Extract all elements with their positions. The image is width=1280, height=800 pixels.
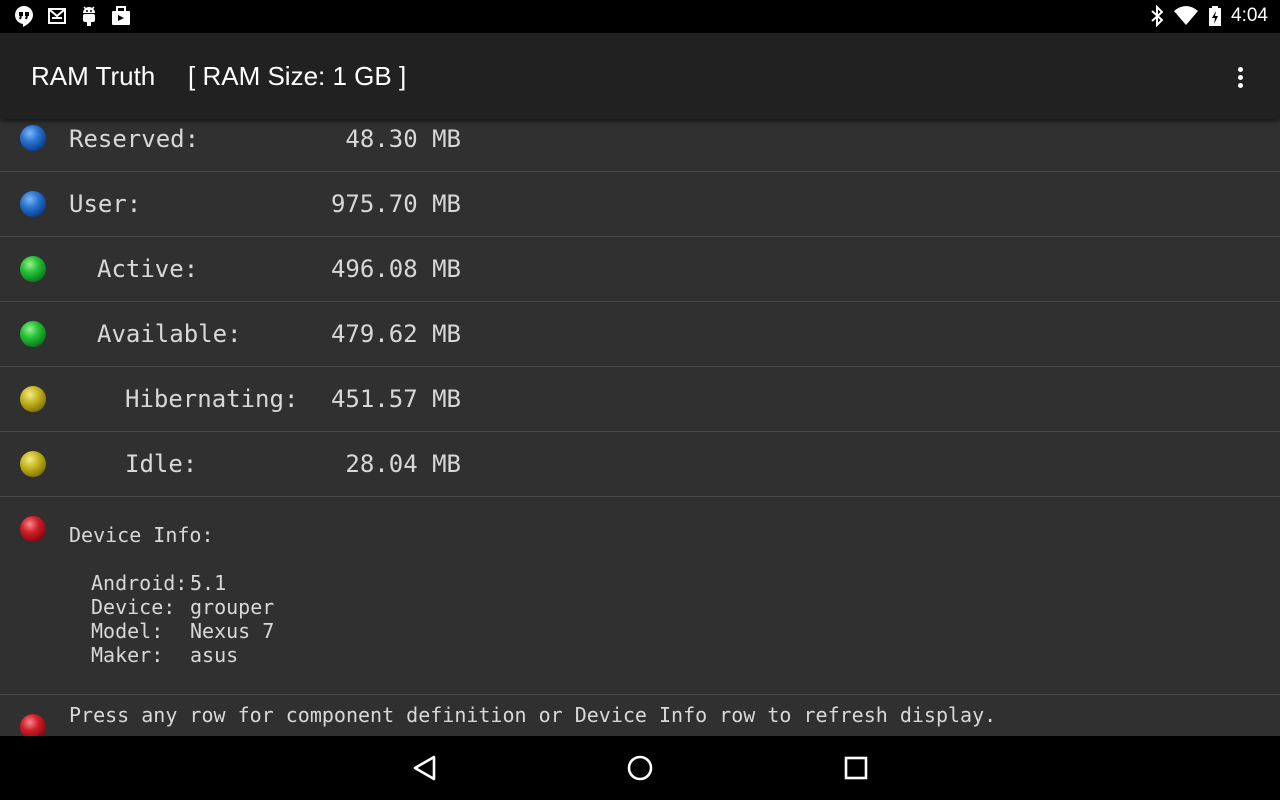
device-info-row: Android: 5.1 bbox=[91, 571, 274, 595]
green-indicator-icon bbox=[20, 256, 46, 282]
notification-icons bbox=[12, 4, 132, 28]
device-info-row: Maker: asus bbox=[91, 643, 274, 667]
system-icons: 4:04 bbox=[1149, 4, 1268, 28]
app-title: RAM Truth bbox=[31, 61, 156, 91]
device-info-key: Maker: bbox=[91, 643, 164, 667]
yellow-indicator-icon bbox=[20, 451, 46, 477]
yellow-indicator-icon bbox=[20, 386, 46, 412]
row-value: 496.08 MB bbox=[330, 255, 461, 283]
home-icon[interactable] bbox=[620, 748, 660, 788]
bluetooth-icon bbox=[1151, 4, 1164, 28]
battery-charging-icon bbox=[1209, 6, 1222, 26]
row-label: Hibernating: bbox=[125, 385, 299, 413]
recents-icon[interactable] bbox=[836, 748, 876, 788]
device-info-row: Model: Nexus 7 bbox=[91, 619, 274, 643]
gmail-icon bbox=[48, 8, 66, 24]
red-indicator-icon bbox=[20, 714, 46, 736]
device-info-key: Android: bbox=[91, 571, 188, 595]
status-bar: 4:04 bbox=[0, 0, 1280, 33]
row-value: 48.30 MB bbox=[345, 125, 461, 153]
device-info-key: Device: bbox=[91, 595, 176, 619]
row-label: Active: bbox=[97, 255, 199, 283]
row-hibernating[interactable]: Hibernating: 451.57 MB bbox=[0, 367, 1280, 432]
row-active[interactable]: Active: 496.08 MB bbox=[0, 237, 1280, 302]
device-info-value: asus bbox=[190, 643, 239, 667]
android-debug-icon bbox=[83, 6, 95, 26]
row-user[interactable]: User: 975.70 MB bbox=[0, 172, 1280, 237]
back-icon[interactable] bbox=[405, 748, 445, 788]
green-indicator-icon bbox=[20, 321, 46, 347]
briefcase-icon bbox=[112, 6, 130, 25]
status-time: 4:04 bbox=[1231, 5, 1268, 26]
device-info-value: 5.1 bbox=[190, 571, 227, 595]
row-label: Available: bbox=[97, 320, 242, 348]
row-value: 28.04 MB bbox=[345, 450, 461, 478]
row-available[interactable]: Available: 479.62 MB bbox=[0, 302, 1280, 367]
row-value: 975.70 MB bbox=[330, 190, 461, 218]
memory-list: Reserved: 48.30 MB User: 975.70 MB Activ… bbox=[0, 106, 1280, 736]
blue-indicator-icon bbox=[20, 125, 46, 151]
device-info-value: Nexus 7 bbox=[190, 619, 275, 643]
device-info-heading: Device Info: bbox=[69, 523, 214, 547]
ram-size-label: [ RAM Size: 1 GB ] bbox=[188, 61, 407, 91]
app-bar: RAM Truth [ RAM Size: 1 GB ] bbox=[0, 33, 1280, 119]
screen: 4:04 RAM Truth [ RAM Size: 1 GB ] Reserv… bbox=[0, 0, 1280, 800]
row-value: 479.62 MB bbox=[330, 320, 461, 348]
wifi-icon bbox=[1174, 6, 1199, 25]
hangouts-icon bbox=[15, 6, 33, 27]
more-vert-icon[interactable] bbox=[1220, 61, 1260, 93]
hint-text: Press any row for component definition o… bbox=[69, 703, 997, 727]
row-value: 451.57 MB bbox=[330, 385, 461, 413]
device-info-key: Model: bbox=[91, 619, 164, 643]
row-label: Idle: bbox=[125, 450, 198, 478]
device-info-row: Device: grouper bbox=[91, 595, 274, 619]
navigation-bar bbox=[0, 736, 1280, 800]
blue-indicator-icon bbox=[20, 191, 46, 217]
row-label: User: bbox=[69, 190, 142, 218]
red-indicator-icon bbox=[20, 516, 46, 542]
device-info-table: Android: 5.1 Device: grouper Model: Nexus 7… bbox=[91, 571, 274, 667]
row-label: Reserved: bbox=[69, 125, 200, 153]
device-info-value: grouper bbox=[190, 595, 275, 619]
row-idle[interactable]: Idle: 28.04 MB bbox=[0, 432, 1280, 497]
